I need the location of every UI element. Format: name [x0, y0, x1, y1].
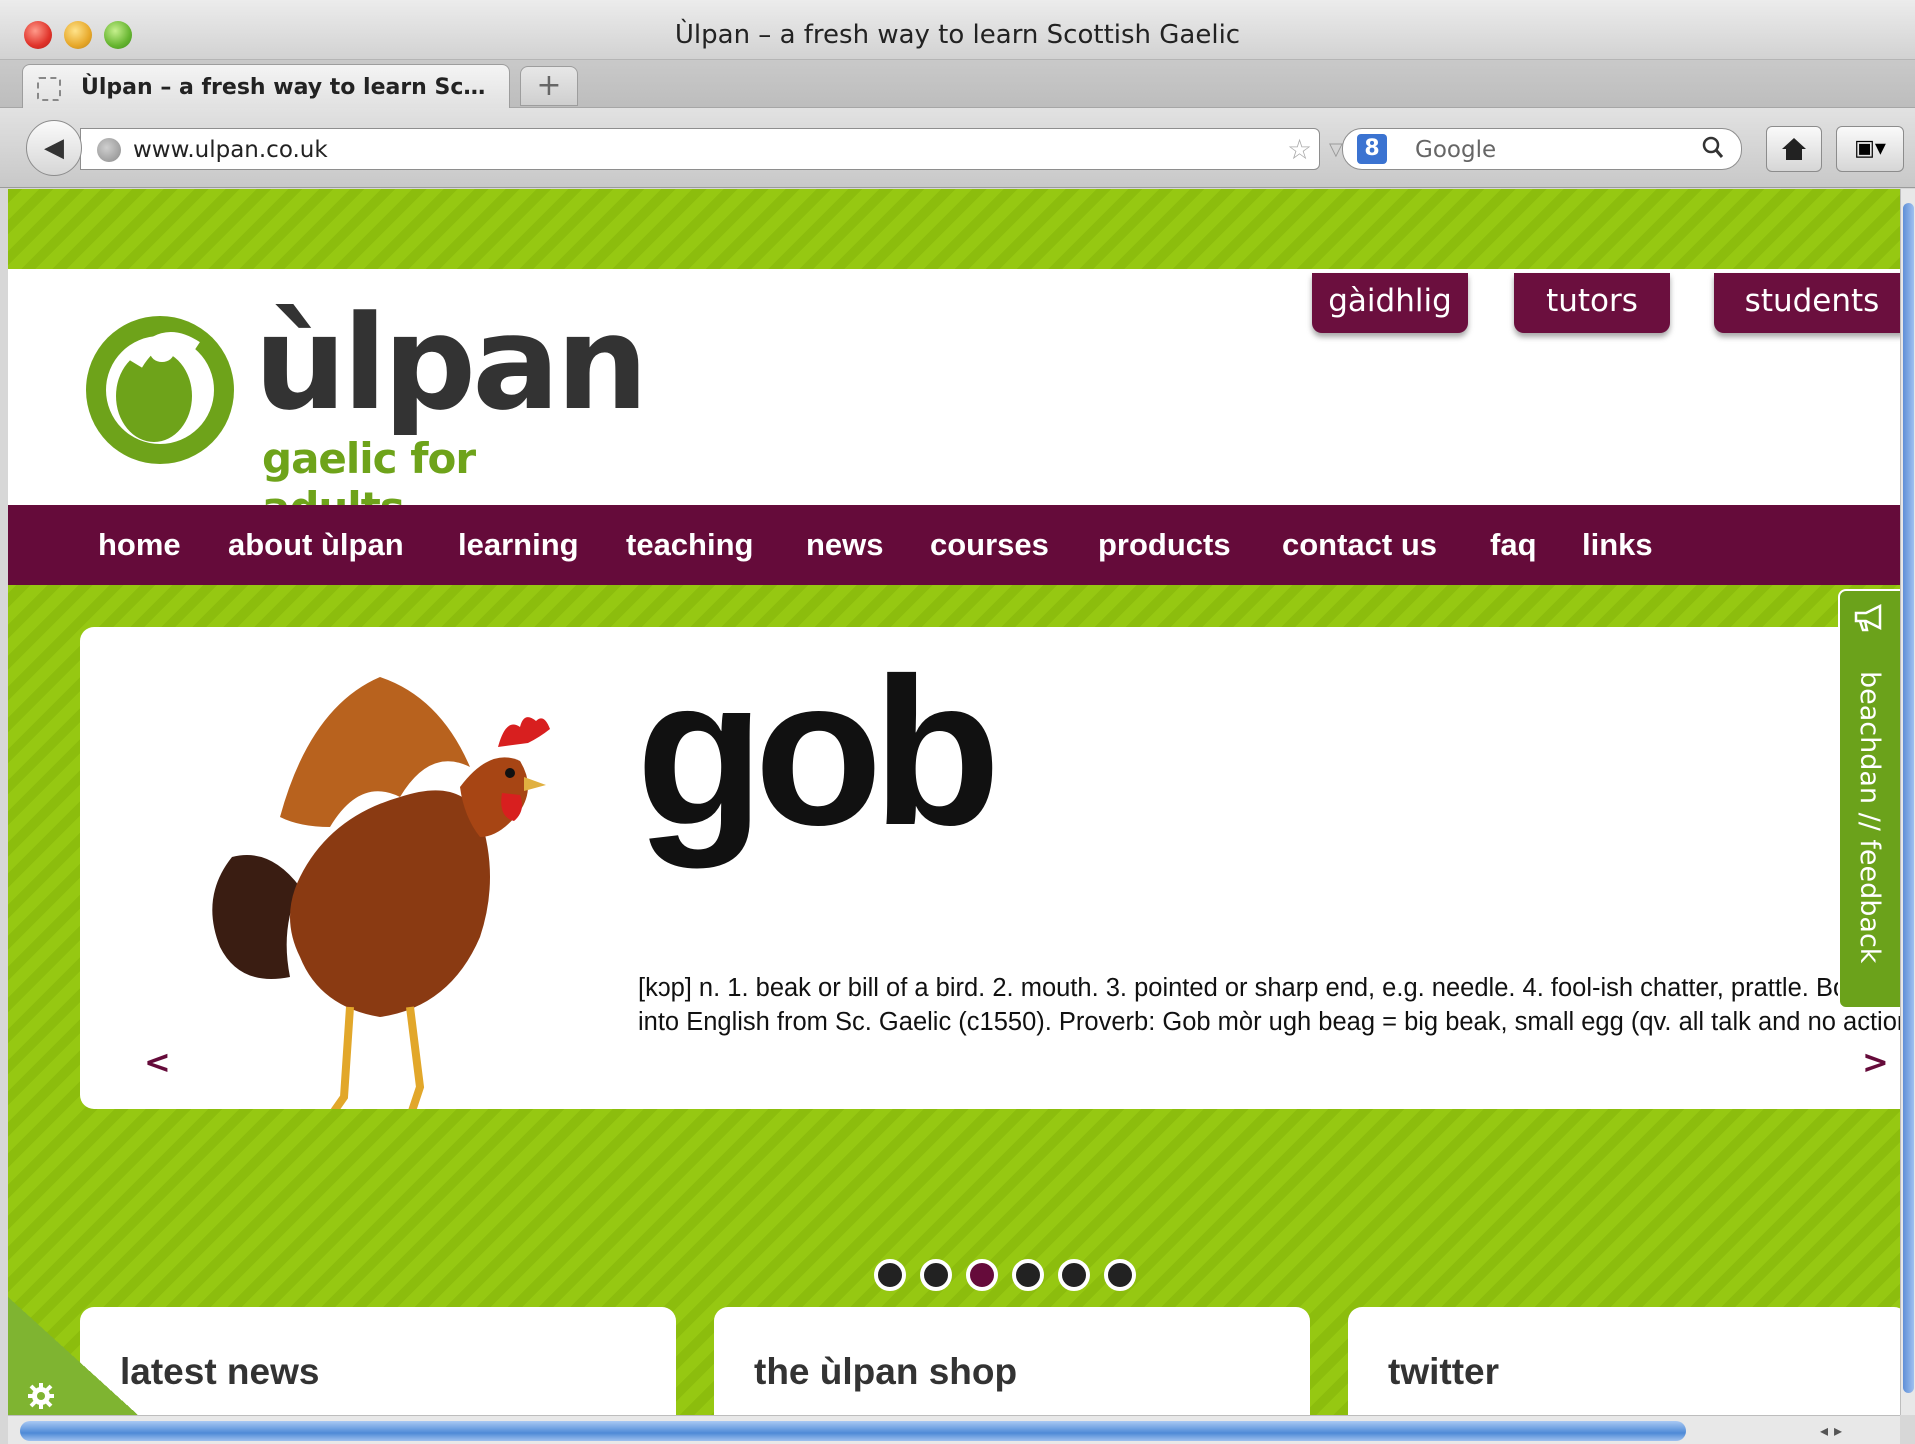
slider-dot[interactable] [1104, 1259, 1136, 1291]
card-title[interactable]: twitter [1388, 1351, 1499, 1393]
nav-learning[interactable]: learning [458, 527, 579, 563]
gear-icon[interactable] [26, 1381, 56, 1415]
window-titlebar: Ùlpan – a fresh way to learn Scottish Ga… [0, 0, 1915, 60]
word-slider: gob [kɔp] n. 1. beak or bill of a bird. … [80, 627, 1900, 1109]
card-title[interactable]: the ùlpan shop [754, 1351, 1017, 1393]
slider-dot[interactable] [920, 1259, 952, 1291]
scroll-arrows-icon[interactable]: ◂▸ [1820, 1421, 1848, 1440]
ulpan-emblem-icon [86, 316, 234, 464]
megaphone-icon [1852, 603, 1886, 640]
nav-about[interactable]: about ùlpan [228, 527, 404, 563]
bookmarks-button[interactable]: ▣▾ [1836, 126, 1904, 172]
slide-definition: [kɔp] n. 1. beak or bill of a bird. 2. m… [638, 974, 1900, 1036]
nav-faq[interactable]: faq [1490, 527, 1537, 563]
slider-next-arrow[interactable]: > [1862, 1043, 1889, 1081]
topnav-gaidhlig-button[interactable]: gàidhlig [1312, 273, 1468, 333]
nav-contact[interactable]: contact us [1282, 527, 1437, 563]
slider-dot[interactable] [1012, 1259, 1044, 1291]
vertical-scroll-thumb[interactable] [1903, 203, 1914, 1393]
vertical-scrollbar[interactable] [1900, 189, 1915, 1415]
rooster-image [212, 677, 550, 1109]
globe-icon [97, 138, 121, 162]
nav-links[interactable]: links [1582, 527, 1653, 563]
horizontal-scroll-thumb[interactable] [20, 1421, 1686, 1441]
history-dropdown-icon[interactable]: ▽ [1329, 139, 1343, 160]
twitter-card: twitter [1348, 1307, 1900, 1415]
slider-dot[interactable] [1058, 1259, 1090, 1291]
top-green-strip [8, 189, 1900, 269]
latest-news-card: latest news [80, 1307, 676, 1415]
favicon-icon [37, 77, 61, 101]
search-icon[interactable] [1701, 134, 1725, 168]
topnav-tutors-button[interactable]: tutors [1514, 273, 1670, 333]
nav-products[interactable]: products [1098, 527, 1231, 563]
new-tab-button[interactable]: + [520, 66, 578, 106]
search-engine-icon[interactable]: 8 [1357, 134, 1387, 164]
logo-wordmark: ùlpan [254, 287, 648, 439]
search-input[interactable]: Google [1415, 137, 1496, 163]
settings-corner[interactable] [8, 1297, 138, 1415]
bookmark-star-icon[interactable]: ☆ [1287, 133, 1312, 166]
slide-word: gob [636, 634, 1001, 869]
shop-card: the ùlpan shop [714, 1307, 1310, 1415]
nav-courses[interactable]: courses [930, 527, 1049, 563]
page-viewport: ùlpan gaelic for adults gàidhlig tutors … [8, 189, 1900, 1415]
slider-dot-active[interactable] [966, 1259, 998, 1291]
horizontal-scrollbar[interactable]: ◂▸ [8, 1415, 1900, 1444]
window-title: Ùlpan – a fresh way to learn Scottish Ga… [674, 20, 1241, 50]
card-title[interactable]: latest news [120, 1351, 319, 1393]
topnav-students-button[interactable]: students [1714, 273, 1900, 333]
url-text[interactable]: www.ulpan.co.uk [133, 137, 328, 163]
search-bar[interactable]: 8 Google [1342, 128, 1742, 170]
url-bar[interactable]: www.ulpan.co.uk ☆ ▽ [80, 128, 1386, 170]
home-button[interactable] [1766, 126, 1822, 172]
main-navigation: home about ùlpan learning teaching news … [8, 505, 1900, 585]
feedback-tab[interactable]: beachdan // feedback [1838, 589, 1900, 1009]
tab-bar: Ùlpan – a fresh way to learn Sc… + [0, 60, 1915, 108]
feedback-label: beachdan // feedback [1854, 671, 1885, 964]
nav-home[interactable]: home [98, 527, 181, 563]
nav-news[interactable]: news [806, 527, 884, 563]
site-logo[interactable]: ùlpan gaelic for adults [78, 294, 648, 532]
slider-dot[interactable] [874, 1259, 906, 1291]
tab-label: Ùlpan – a fresh way to learn Sc… [81, 75, 486, 100]
navigation-toolbar: www.ulpan.co.uk ☆ ▽ ◀ 8 Google ▣▾ [0, 108, 1915, 188]
nav-teaching[interactable]: teaching [626, 527, 753, 563]
back-button[interactable]: ◀ [26, 120, 82, 176]
slider-prev-arrow[interactable]: < [144, 1043, 171, 1081]
browser-tab[interactable]: Ùlpan – a fresh way to learn Sc… [22, 64, 510, 108]
